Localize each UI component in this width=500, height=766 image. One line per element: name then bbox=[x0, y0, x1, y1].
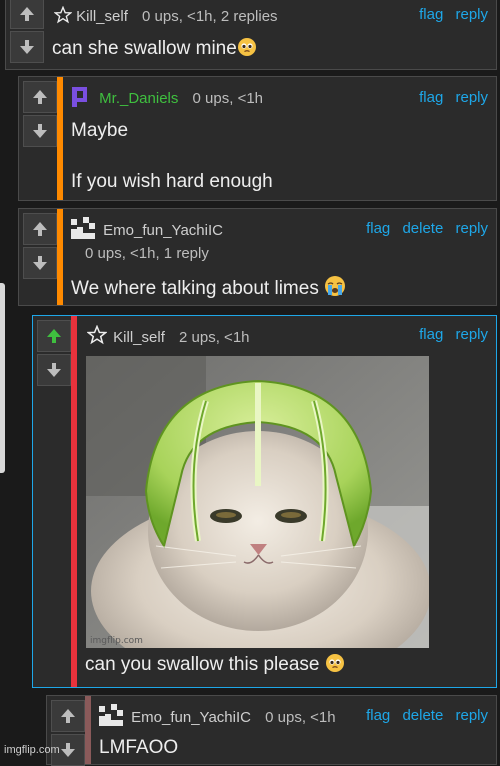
flag-link[interactable]: flag bbox=[366, 707, 390, 724]
thread-bar bbox=[71, 316, 77, 687]
svg-text:imgflip.com: imgflip.com bbox=[90, 636, 143, 646]
vote-column bbox=[21, 211, 59, 279]
downvote-button[interactable] bbox=[10, 31, 44, 63]
flag-link[interactable]: flag bbox=[419, 89, 443, 106]
arrow-up-icon bbox=[47, 329, 61, 343]
comment-meta: Mr._Daniels 0 ups, <1h bbox=[69, 85, 263, 109]
star-icon bbox=[54, 6, 72, 24]
reply-link[interactable]: reply bbox=[455, 220, 488, 237]
arrow-up-icon bbox=[61, 709, 75, 723]
username[interactable]: Emo_fun_YachiIC bbox=[103, 222, 223, 239]
arrow-down-icon bbox=[20, 40, 34, 54]
comment-meta: Emo_fun_YachiIC bbox=[69, 215, 223, 241]
arrow-down-icon bbox=[33, 124, 47, 138]
vote-column bbox=[8, 0, 46, 63]
comment-5: Emo_fun_YachiIC 0 ups, <1h flag delete r… bbox=[46, 695, 497, 766]
imgflip-watermark: imgflip.com bbox=[4, 744, 60, 756]
arrow-down-icon bbox=[33, 256, 47, 270]
comment-text: can you swallow this please bbox=[85, 653, 345, 678]
comment-1: Kill_self 0 ups, <1h, 2 replies flag rep… bbox=[5, 0, 497, 70]
username[interactable]: Kill_self bbox=[113, 329, 165, 346]
reply-link[interactable]: reply bbox=[455, 89, 488, 106]
arrow-down-icon bbox=[47, 363, 61, 377]
comment-actions: flag delete reply bbox=[358, 707, 488, 724]
comment-meta: Kill_self 0 ups, <1h, 2 replies bbox=[54, 6, 278, 25]
comment-actions: flag reply bbox=[411, 6, 488, 23]
comment-stats: 0 ups, <1h bbox=[265, 709, 336, 726]
avatar bbox=[72, 87, 87, 107]
comment-stats: 0 ups, <1h, 2 replies bbox=[142, 8, 278, 25]
username[interactable]: Kill_self bbox=[76, 8, 128, 25]
delete-link[interactable]: delete bbox=[402, 707, 443, 724]
comment-text: LMFAOO bbox=[99, 737, 179, 758]
upvote-button[interactable] bbox=[23, 81, 57, 113]
vote-column bbox=[21, 79, 59, 147]
comment-actions: flag delete reply bbox=[358, 220, 488, 237]
comment-meta: Kill_self 2 ups, <1h bbox=[87, 325, 250, 346]
comment-text: Maybe If you wish hard enough bbox=[71, 120, 273, 192]
reply-link[interactable]: reply bbox=[455, 326, 488, 343]
comment-text: We where talking about limes bbox=[71, 275, 346, 302]
upvote-button[interactable] bbox=[23, 213, 57, 245]
arrow-up-icon bbox=[33, 90, 47, 104]
comment-meta: Emo_fun_YachiIC 0 ups, <1h bbox=[97, 702, 336, 728]
comment-4: Kill_self 2 ups, <1h flag reply imgflip.… bbox=[32, 315, 497, 688]
upvote-button[interactable] bbox=[37, 320, 71, 352]
thread-bar bbox=[57, 209, 63, 305]
upvote-button[interactable] bbox=[10, 0, 44, 29]
comment-stats: 0 ups, <1h bbox=[192, 90, 264, 107]
star-icon bbox=[87, 325, 107, 345]
thread-bar bbox=[57, 77, 63, 200]
pleading-face-emoji bbox=[325, 654, 344, 672]
flag-link[interactable]: flag bbox=[366, 220, 390, 237]
cat-lime-helmet-image: imgflip.com bbox=[86, 356, 429, 648]
pleading-face-emoji bbox=[237, 38, 256, 56]
comment-image[interactable]: imgflip.com bbox=[86, 356, 429, 648]
comment-actions: flag reply bbox=[411, 326, 488, 343]
flag-link[interactable]: flag bbox=[419, 6, 443, 23]
vote-column bbox=[35, 318, 73, 386]
crying-face-emoji bbox=[325, 276, 346, 296]
thread-bar bbox=[85, 696, 91, 764]
downvote-button[interactable] bbox=[37, 354, 71, 386]
comment-stats: 0 ups, <1h, 1 reply bbox=[85, 245, 209, 262]
avatar bbox=[99, 704, 123, 726]
comment-actions: flag reply bbox=[411, 89, 488, 106]
comment-2: Mr._Daniels 0 ups, <1h flag reply Maybe … bbox=[18, 76, 497, 201]
upvote-button[interactable] bbox=[51, 700, 85, 732]
comment-3: Emo_fun_YachiIC 0 ups, <1h, 1 reply flag… bbox=[18, 208, 497, 306]
comment-stats: 2 ups, <1h bbox=[179, 329, 250, 346]
downvote-button[interactable] bbox=[23, 115, 57, 147]
scrollbar[interactable] bbox=[0, 283, 5, 473]
reply-link[interactable]: reply bbox=[455, 707, 488, 724]
arrow-up-icon bbox=[20, 7, 34, 21]
reply-link[interactable]: reply bbox=[455, 6, 488, 23]
downvote-button[interactable] bbox=[23, 247, 57, 279]
delete-link[interactable]: delete bbox=[402, 220, 443, 237]
flag-link[interactable]: flag bbox=[419, 326, 443, 343]
avatar bbox=[71, 217, 95, 239]
username[interactable]: Mr._Daniels bbox=[99, 90, 178, 107]
arrow-up-icon bbox=[33, 222, 47, 236]
username[interactable]: Emo_fun_YachiIC bbox=[131, 709, 251, 726]
comment-text: can she swallow mine bbox=[52, 37, 257, 62]
